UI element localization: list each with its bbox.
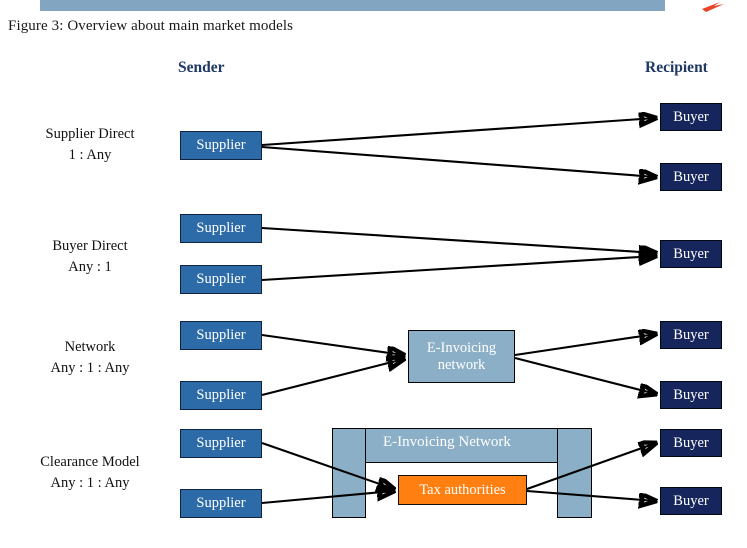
node-tax-authorities[interactable]: Tax authorities bbox=[398, 475, 527, 505]
node-supplier[interactable]: Supplier bbox=[180, 381, 262, 410]
row-label-buyer-direct: Buyer Direct Any : 1 bbox=[0, 236, 180, 278]
row-label-network: Network Any : 1 : Any bbox=[0, 337, 180, 379]
column-header-sender: Sender bbox=[178, 59, 225, 76]
row-title: Clearance Model bbox=[40, 454, 140, 470]
figure-caption: Figure 3: Overview about main market mod… bbox=[8, 18, 294, 34]
node-buyer[interactable]: Buyer bbox=[660, 381, 722, 409]
node-supplier[interactable]: Supplier bbox=[180, 131, 262, 160]
links-row-buyer-direct bbox=[261, 226, 656, 282]
row-ratio: Any : 1 : Any bbox=[50, 475, 130, 492]
clearance-container-right-leg bbox=[557, 428, 592, 518]
red-arrow-mark bbox=[702, 2, 724, 12]
row-title: Network bbox=[64, 339, 116, 355]
row-ratio: Any : 1 : Any bbox=[50, 360, 130, 377]
row-label-clearance-model: Clearance Model Any : 1 : Any bbox=[0, 452, 180, 494]
network-label-line1: E-Invoicing bbox=[426, 340, 497, 357]
row-ratio: 1 : Any bbox=[68, 147, 112, 164]
node-einvoicing-network[interactable]: E-Invoicing network bbox=[408, 330, 515, 383]
clearance-container-left-leg bbox=[332, 428, 366, 518]
node-buyer[interactable]: Buyer bbox=[660, 163, 722, 191]
column-header-recipient: Recipient bbox=[645, 59, 708, 76]
node-supplier[interactable]: Supplier bbox=[180, 489, 262, 518]
row-ratio: Any : 1 bbox=[68, 259, 112, 276]
network-label-line2: network bbox=[437, 356, 486, 373]
top-banner bbox=[40, 0, 665, 11]
clearance-container-label: E-Invoicing Network bbox=[383, 434, 511, 450]
node-buyer[interactable]: Buyer bbox=[660, 240, 722, 268]
row-title: Buyer Direct bbox=[52, 238, 128, 254]
node-supplier[interactable]: Supplier bbox=[180, 214, 262, 243]
node-buyer[interactable]: Buyer bbox=[660, 487, 722, 515]
node-supplier[interactable]: Supplier bbox=[180, 321, 262, 350]
node-buyer[interactable]: Buyer bbox=[660, 429, 722, 457]
node-supplier[interactable]: Supplier bbox=[180, 429, 262, 458]
row-title: Supplier Direct bbox=[45, 126, 135, 142]
row-label-supplier-direct: Supplier Direct 1 : Any bbox=[0, 124, 180, 166]
figure-canvas: Figure 3: Overview about main market mod… bbox=[0, 0, 747, 548]
node-buyer[interactable]: Buyer bbox=[660, 321, 722, 349]
node-buyer[interactable]: Buyer bbox=[660, 103, 722, 131]
links-row-supplier-direct bbox=[261, 118, 656, 177]
node-supplier[interactable]: Supplier bbox=[180, 265, 262, 294]
